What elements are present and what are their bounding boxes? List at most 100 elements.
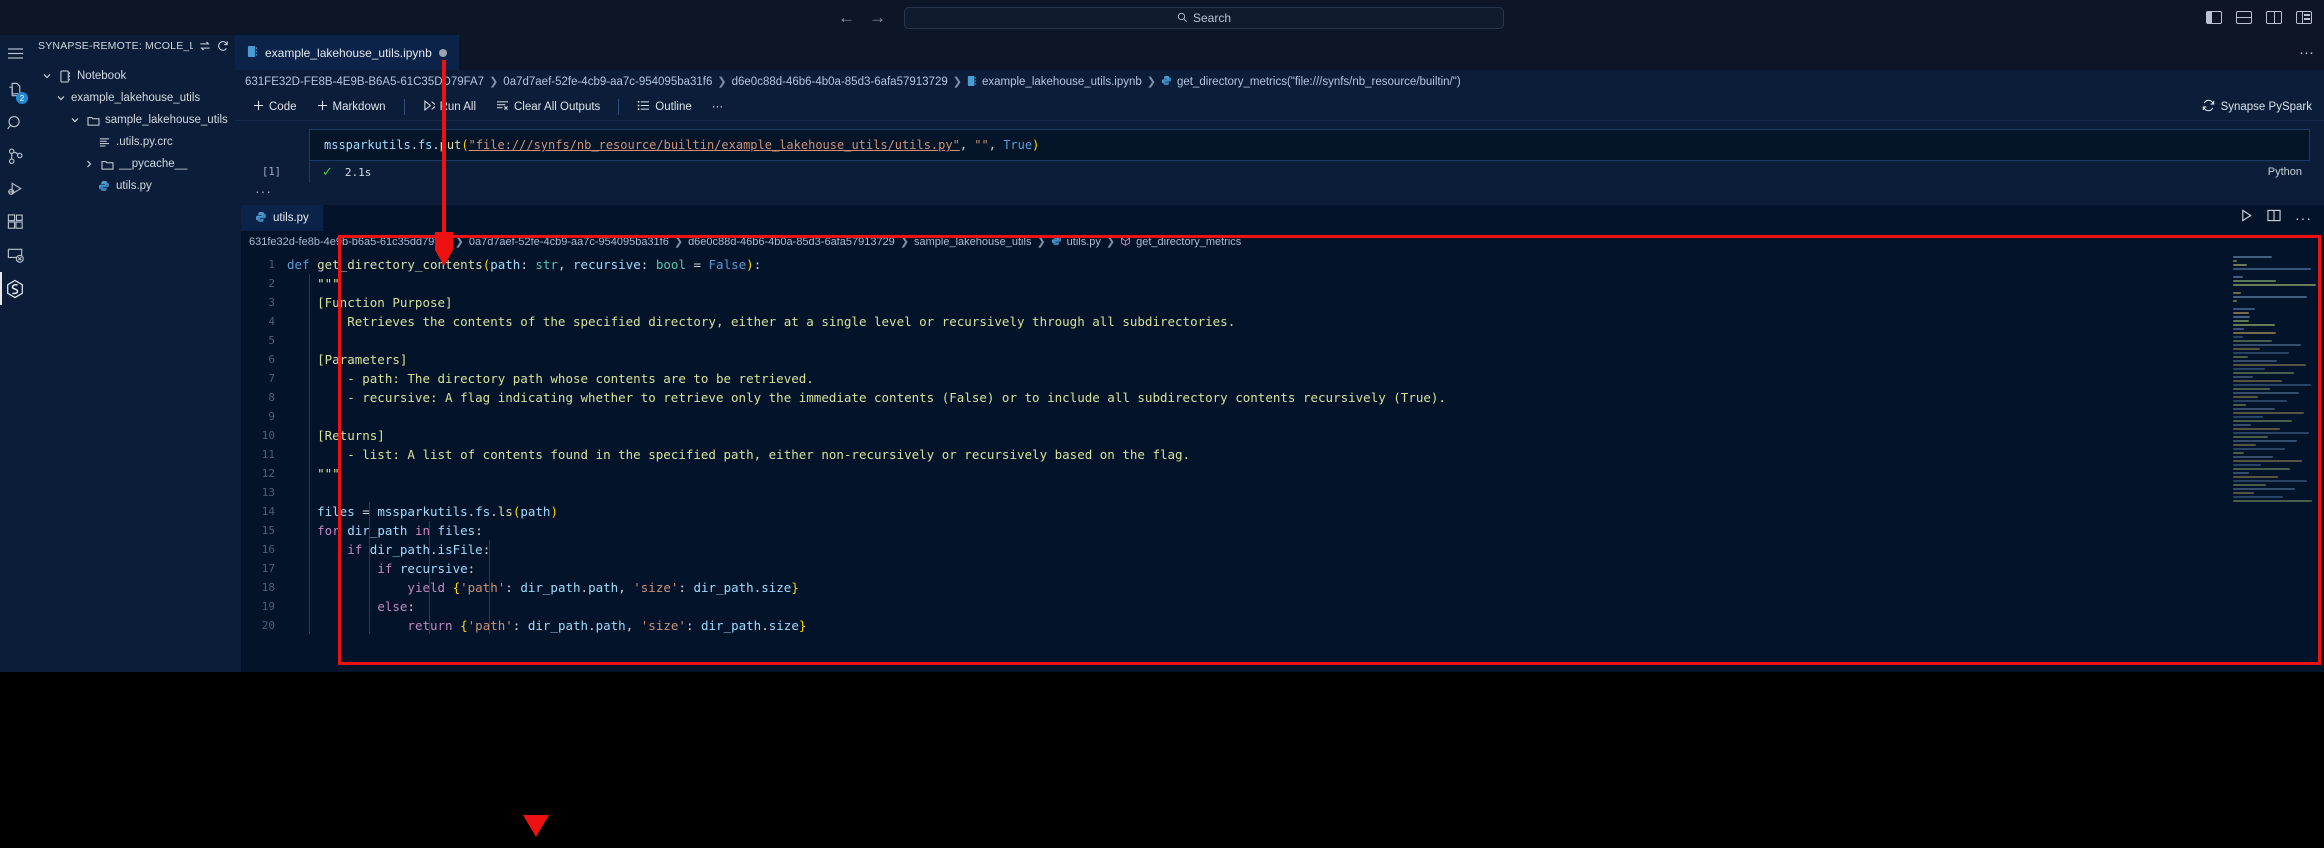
python-breadcrumb: 631fe32d-fe8b-4e9b-b6a5-61c35dd79fa7 ❯ 0… — [241, 231, 2324, 252]
tree-item-utils-py[interactable]: utils.py — [30, 175, 235, 197]
breadcrumb-item-0[interactable]: 631fe32d-fe8b-4e9b-b6a5-61c35dd79fa7 — [249, 236, 450, 248]
cell-collapsed-output-dots[interactable]: ··· — [235, 183, 2324, 201]
clear-all-outputs-button[interactable]: Clear All Outputs — [488, 98, 608, 116]
minimap-line — [2233, 376, 2253, 378]
minimap-line — [2233, 296, 2308, 298]
customize-layout-icon[interactable] — [2296, 11, 2312, 24]
breadcrumb-item-1[interactable]: 0a7d7aef-52fe-4cb9-aa7c-954095ba31f6 — [469, 236, 669, 248]
line-number: 16 — [261, 543, 275, 556]
minimap-line — [2233, 372, 2294, 374]
run-all-button[interactable]: Run All — [415, 98, 484, 116]
minimap-line — [2233, 396, 2258, 398]
dirty-indicator-icon[interactable] — [438, 48, 447, 57]
outline-label: Outline — [655, 100, 692, 113]
code-token: recursive — [573, 257, 641, 272]
chevron-down-icon[interactable] — [54, 93, 67, 103]
tree-item-example-lakehouse-utils[interactable]: example_lakehouse_utils — [30, 87, 235, 109]
code-token: ls — [497, 504, 513, 519]
switch-icon[interactable] — [199, 40, 211, 52]
code-token: """ — [287, 276, 340, 291]
sidebar-header: SYNAPSE-REMOTE: MCOLE_LIBRARY_DE... — [30, 35, 235, 57]
cell-gutter — [245, 129, 309, 161]
code-token: [Parameters] — [287, 352, 408, 367]
source-control-icon[interactable] — [0, 140, 30, 173]
editor-actions: ··· — [2240, 205, 2312, 231]
minimap-line — [2233, 260, 2238, 262]
search-input[interactable]: Search — [904, 6, 1504, 29]
workbench-body: 2 SYNAPSE-REMOTE: MCOLE_L Notebook examp… — [0, 35, 2324, 672]
tree-item-notebook[interactable]: Notebook — [30, 65, 235, 87]
add-code-cell-button[interactable]: Code — [245, 98, 305, 116]
chevron-down-icon[interactable] — [68, 115, 81, 125]
code-token: . — [410, 138, 418, 152]
python-code-area[interactable]: 1 2 3 4 5 6 7 8 9 10 11 12 13 14 15 16 17 18 19 20 def get_… — [241, 252, 2324, 672]
remote-explorer-icon[interactable] — [0, 239, 30, 272]
search-icon[interactable] — [0, 107, 30, 140]
refresh-icon[interactable] — [217, 40, 229, 52]
code-token: - recursive: A flag indicating whether t… — [287, 390, 1446, 405]
cell-editor[interactable]: mssparkutils.fs.put("file:///synfs/nb_re… — [309, 129, 2310, 161]
minimap-line — [2233, 380, 2282, 382]
run-and-debug-icon[interactable] — [0, 173, 30, 206]
line-number: 4 — [268, 315, 275, 328]
extensions-icon[interactable] — [0, 206, 30, 239]
chevron-right-icon[interactable] — [82, 159, 95, 169]
folder-icon — [85, 115, 101, 126]
toggle-panel-icon[interactable] — [2236, 11, 2252, 24]
minimap-line — [2233, 436, 2268, 438]
minimap-line — [2233, 368, 2265, 370]
code-token: Retrieves the contents of the specified … — [287, 314, 1236, 329]
breadcrumb: 631FE32D-FE8B-4E9B-B6A5-61C35DD79FA7 ❯ 0… — [235, 70, 2324, 93]
plus-icon — [317, 100, 328, 114]
minimap-line — [2233, 284, 2316, 286]
toolbar-more-button[interactable]: ··· — [704, 99, 732, 115]
breadcrumb-separator: ❯ — [717, 76, 727, 88]
breadcrumb-item-1[interactable]: 0a7d7aef-52fe-4cb9-aa7c-954095ba31f6 — [503, 76, 712, 88]
minimap-line — [2233, 280, 2277, 282]
breadcrumb-item-4[interactable]: get_directory_metrics("file:///synfs/nb_… — [1161, 75, 1461, 88]
arrow-left-icon[interactable]: ← — [838, 9, 855, 26]
code-token: True — [1003, 138, 1033, 152]
breadcrumb-item-2[interactable]: d6e0c88d-46b6-4b0a-85d3-6afa57913729 — [732, 76, 948, 88]
toggle-secondary-sidebar-icon[interactable] — [2266, 11, 2282, 24]
split-editor-icon[interactable] — [2267, 209, 2281, 227]
breadcrumb-item-2[interactable]: d6e0c88d-46b6-4b0a-85d3-6afa57913729 — [688, 236, 895, 248]
code-line: - path: The directory path whose content… — [287, 369, 2229, 388]
breadcrumb-item-3[interactable]: sample_lakehouse_utils — [914, 236, 1031, 248]
chevron-down-icon[interactable] — [40, 71, 53, 81]
tab-utils-py[interactable]: utils.py — [241, 205, 324, 231]
kernel-selector-button[interactable]: Synapse PySpark — [2202, 99, 2312, 115]
tree-item-sample-lakehouse-utils[interactable]: sample_lakehouse_utils — [30, 109, 235, 131]
tab-example-lakehouse-utils-ipynb[interactable]: example_lakehouse_utils.ipynb — [235, 35, 460, 70]
explorer-icon[interactable]: 2 — [0, 74, 30, 107]
tree-item-pycache[interactable]: __pycache__ — [30, 153, 235, 175]
ellipsis-icon[interactable]: ··· — [2299, 35, 2314, 70]
menu-icon[interactable] — [0, 37, 30, 70]
breadcrumb-item-5[interactable]: get_directory_metrics — [1120, 235, 1241, 248]
breadcrumb-item-3[interactable]: example_lakehouse_utils.ipynb — [967, 75, 1142, 89]
minimap-line — [2233, 336, 2243, 338]
cell-language-label[interactable]: Python — [2268, 166, 2302, 178]
arrow-right-icon[interactable]: → — [869, 9, 886, 26]
minimap-line — [2233, 444, 2256, 446]
minimap[interactable] — [2229, 252, 2324, 672]
code-text[interactable]: def get_directory_contents(path: str, re… — [275, 252, 2229, 672]
add-markdown-cell-button[interactable]: Markdown — [309, 98, 394, 116]
code-token: [Function Purpose] — [287, 295, 453, 310]
synapse-icon[interactable] — [0, 272, 30, 305]
minimap-line — [2233, 328, 2244, 330]
code-token: "" — [974, 138, 989, 152]
code-token: recursive — [399, 561, 468, 576]
breadcrumb-item-0[interactable]: 631FE32D-FE8B-4E9B-B6A5-61C35DD79FA7 — [245, 76, 484, 88]
toggle-primary-sidebar-icon[interactable] — [2206, 11, 2222, 24]
run-python-file-icon[interactable] — [2240, 209, 2253, 227]
ellipsis-icon[interactable]: ··· — [2295, 210, 2312, 226]
file-tree: Notebook example_lakehouse_utils sample_… — [30, 57, 235, 197]
breadcrumb-item-4[interactable]: utils.py — [1051, 235, 1101, 248]
plus-icon — [253, 100, 264, 114]
minimap-line — [2233, 448, 2285, 450]
tree-item-utils-py-crc[interactable]: .utils.py.crc — [30, 131, 235, 153]
outline-button[interactable]: Outline — [629, 98, 699, 116]
